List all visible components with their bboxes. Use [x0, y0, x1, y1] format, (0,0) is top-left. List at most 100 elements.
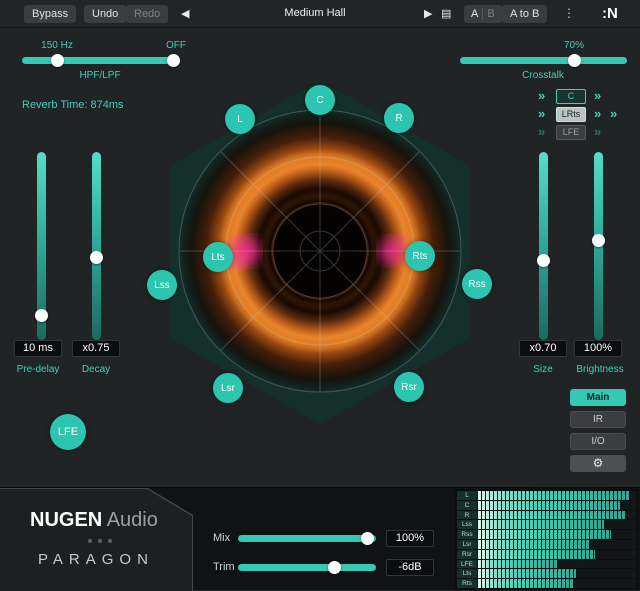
meter-track [478, 569, 636, 578]
size-thumb[interactable] [537, 254, 550, 267]
route-in-icon-lrts[interactable]: » [538, 107, 545, 121]
hpf-thumb[interactable] [51, 54, 64, 67]
channel-node-rts[interactable]: Rts [405, 241, 435, 271]
meter-row: L [457, 491, 636, 500]
route-out-icon-lfe[interactable]: » [594, 125, 601, 139]
meter-row: C [457, 501, 636, 510]
meter-track [478, 540, 636, 549]
channel-node-lsr[interactable]: Lsr [213, 373, 243, 403]
meter-track [478, 501, 636, 510]
meter-row: Rss [457, 530, 636, 539]
meter-track [478, 579, 636, 588]
brightness-value[interactable]: 100% [574, 340, 622, 357]
meter-fill [478, 560, 557, 569]
meter-fill [478, 579, 573, 588]
meter-fill [478, 550, 595, 559]
meter-channel-label: Rss [457, 530, 477, 539]
meter-channel-label: C [457, 501, 477, 510]
meter-channel-label: Lts [457, 569, 477, 578]
pre-delay-label: Pre-delay [0, 364, 76, 375]
route-button-c[interactable]: C [556, 89, 586, 104]
mix-label: Mix [213, 532, 230, 544]
channel-node-rss[interactable]: Rss [462, 269, 492, 299]
hpf-value: 150 Hz [22, 40, 92, 51]
meter-channel-label: R [457, 511, 477, 520]
mix-slider[interactable] [238, 535, 376, 542]
meter-fill [478, 520, 604, 529]
decay-value[interactable]: x0.75 [72, 340, 120, 357]
meter-row: Rsr [457, 550, 636, 559]
brightness-label: Brightness [560, 364, 640, 375]
meter-row: LFE [457, 560, 636, 569]
channel-node-lts[interactable]: Lts [203, 242, 233, 272]
footer-bar: NUGEN Audio PARAGON Mix 100% Trim -6dB L… [0, 487, 640, 590]
channel-node-c[interactable]: C [305, 85, 335, 115]
brand-audio: Audio [102, 509, 158, 531]
lpf-thumb[interactable] [167, 54, 180, 67]
meter-fill [478, 569, 576, 578]
meter-fill [478, 491, 630, 500]
hpf-lpf-label: HPF/LPF [60, 70, 140, 81]
brightness-slider[interactable] [594, 152, 603, 340]
trim-slider[interactable] [238, 564, 376, 571]
route-button-lfe[interactable]: LFE [556, 125, 586, 140]
meter-list: LCRLssRssLsrRsrLFELtsRts [455, 489, 638, 590]
meter-channel-label: L [457, 491, 477, 500]
lpf-value: OFF [146, 40, 206, 51]
settings-gear-icon[interactable]: ⚙ [570, 455, 626, 472]
brand-dots [88, 539, 92, 543]
crosstalk-thumb[interactable] [568, 54, 581, 67]
route-in-icon-lfe[interactable]: » [538, 125, 545, 139]
brand-wordmark: NUGEN Audio [30, 509, 158, 532]
channel-node-l[interactable]: L [225, 104, 255, 134]
size-slider[interactable] [539, 152, 548, 340]
decay-label: Decay [72, 364, 120, 375]
meter-track [478, 511, 636, 520]
trim-thumb[interactable] [328, 561, 341, 574]
meter-channel-label: Rts [457, 579, 477, 588]
meter-fill [478, 530, 611, 539]
meter-fill [478, 540, 589, 549]
pre-delay-slider[interactable] [37, 152, 46, 340]
channel-node-rsr[interactable]: Rsr [394, 372, 424, 402]
channel-node-lss[interactable]: Lss [147, 270, 177, 300]
size-value[interactable]: x0.70 [519, 340, 567, 357]
pre-delay-thumb[interactable] [35, 309, 48, 322]
brand-nugen: NUGEN [30, 509, 102, 531]
trim-label: Trim [213, 561, 235, 573]
channel-node-r[interactable]: R [384, 103, 414, 133]
route-out-icon-c[interactable]: » [594, 89, 601, 103]
meter-track [478, 491, 636, 500]
route-out2-icon-lrts[interactable]: » [610, 107, 617, 121]
crosstalk-label: Crosstalk [480, 70, 606, 81]
route-button-lrts[interactable]: LRts [556, 107, 586, 122]
route-in-icon-c[interactable]: » [538, 89, 545, 103]
decay-thumb[interactable] [90, 251, 103, 264]
meter-track [478, 560, 636, 569]
tab-main[interactable]: Main [570, 389, 626, 406]
brightness-thumb[interactable] [592, 234, 605, 247]
decay-slider[interactable] [92, 152, 101, 340]
meter-row: Lts [457, 569, 636, 578]
meter-row: R [457, 511, 636, 520]
meter-fill [478, 501, 620, 510]
crosstalk-slider[interactable] [460, 57, 627, 64]
meter-channel-label: Rsr [457, 550, 477, 559]
product-name: PARAGON [38, 551, 154, 568]
hpf-lpf-slider[interactable] [22, 57, 180, 64]
meter-fill [478, 511, 625, 520]
tab-ir[interactable]: IR [570, 411, 626, 428]
mix-thumb[interactable] [361, 532, 374, 545]
reverb-time-readout: Reverb Time: 874ms [22, 99, 123, 111]
trim-value[interactable]: -6dB [386, 559, 434, 576]
meter-track [478, 530, 636, 539]
tab-io[interactable]: I/O [570, 433, 626, 450]
meter-row: Rts [457, 579, 636, 588]
meter-channel-label: LFE [457, 560, 477, 569]
lfe-node[interactable]: LFE [50, 414, 86, 450]
meter-track [478, 550, 636, 559]
route-out-icon-lrts[interactable]: » [594, 107, 601, 121]
pre-delay-value[interactable]: 10 ms [14, 340, 62, 357]
mix-value[interactable]: 100% [386, 530, 434, 547]
meter-row: Lsr [457, 540, 636, 549]
